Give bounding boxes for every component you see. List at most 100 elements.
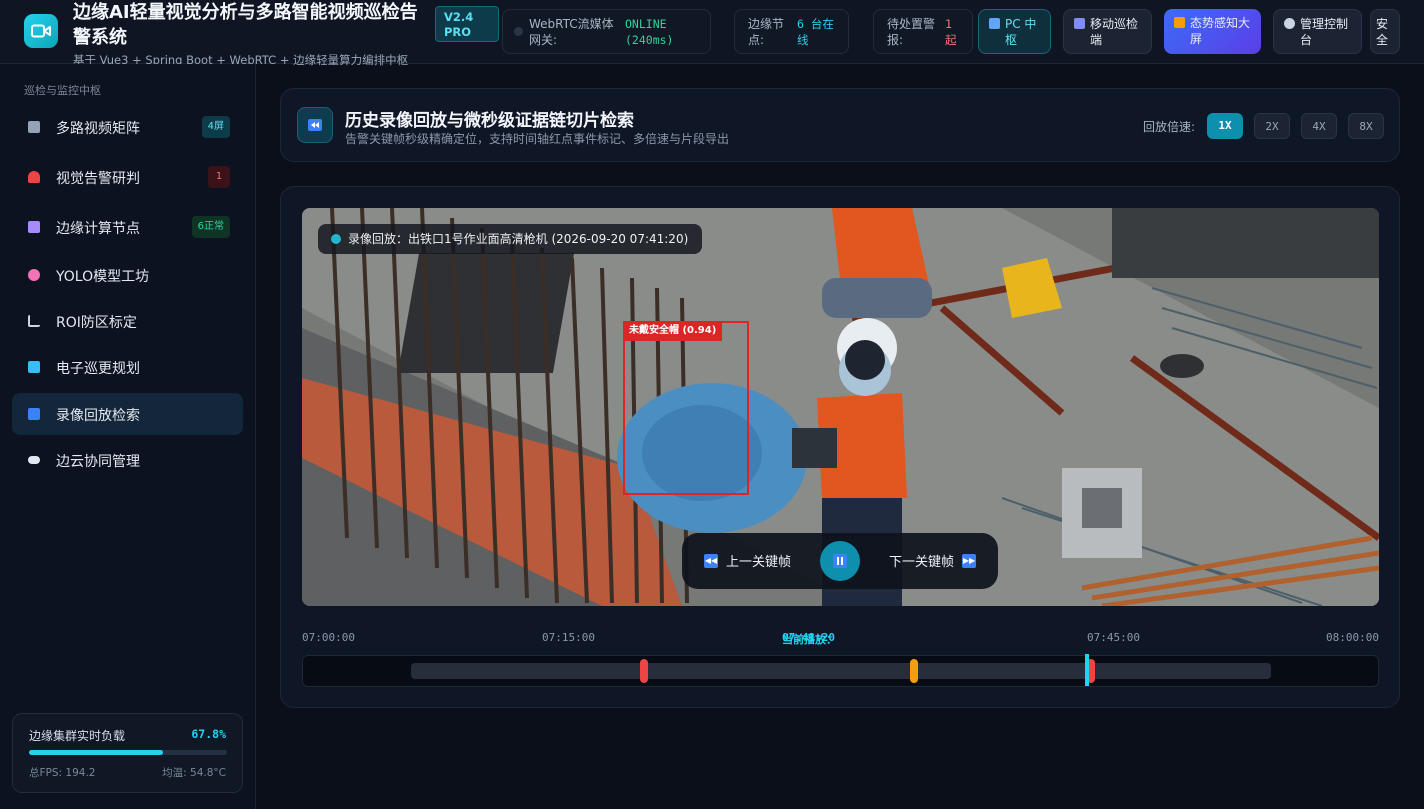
pc-hub-button[interactable]: PC 中枢	[978, 9, 1051, 54]
sidebar-item-label: 电子巡更规划	[56, 361, 140, 377]
next-keyframe-button[interactable]: 下一关键帧 ▶▶	[889, 551, 976, 570]
video-camera-icon	[28, 121, 40, 133]
sidebar-item-label: ROI防区标定	[56, 315, 137, 331]
ruler-triangle-icon	[28, 315, 40, 327]
cluster-load-value: 67.8%	[191, 727, 226, 741]
security-button[interactable]: 安全	[1370, 9, 1400, 54]
sidebar-item-label: 多路视频矩阵	[56, 121, 140, 137]
sidebar-item-label: 录像回放检索	[56, 408, 140, 424]
recording-caption-text: 录像回放：出铁口1号作业面高清枪机 (2026-09-20 07:41:20)	[348, 232, 689, 246]
nodes-label: 边缘节点:	[748, 17, 785, 47]
timeline-track[interactable]	[411, 663, 1271, 679]
situation-screen-button[interactable]: 态势感知大屏	[1164, 9, 1261, 54]
playback-controls: ◀◀ 上一关键帧 下一关键帧 ▶▶	[682, 533, 998, 589]
sidebar-item-playback[interactable]: 录像回放检索	[12, 393, 243, 435]
pending-alarms-status: 待处置警报: 1 起	[873, 9, 973, 54]
mobile-inspection-label: 移动巡检端	[1090, 17, 1139, 47]
node-status-badge: 6正常	[191, 216, 230, 238]
detection-box[interactable]: 未戴安全帽 (0.94)	[623, 321, 749, 495]
timeline-labels: 07:00:00 07:15:00 当前播放： 07:41:20 07:45:00…	[302, 631, 1379, 647]
total-fps: 总FPS: 194.2	[29, 767, 96, 779]
sidebar: 巡检与监控中枢 多路视频矩阵 4屏 视觉告警研判 1 边缘计算节点 6正常 YO…	[0, 64, 256, 809]
device-icon	[28, 221, 40, 233]
sidebar-section-title: 巡检与监控中枢	[24, 84, 101, 97]
page-subtitle: 告警关键帧秒级精确定位，支持时间轴红点事件标记、多倍速与片段导出	[345, 132, 730, 146]
skip-forward-icon: ▶▶	[962, 553, 976, 568]
chart-icon	[1174, 17, 1185, 28]
current-playback-label: 当前播放：	[782, 633, 837, 646]
avg-temperature: 均温: 54.8°C	[162, 767, 226, 779]
rewind-icon	[297, 107, 333, 143]
rewind-icon	[28, 408, 40, 420]
siren-icon	[28, 171, 40, 183]
alarm-count-badge: 1	[208, 166, 230, 188]
cluster-load-bar	[29, 750, 227, 755]
pause-icon	[833, 554, 847, 568]
nodes-value: 6 台在线	[797, 17, 834, 47]
player-panel: 录像回放：出铁口1号作业面高清枪机 (2026-09-20 07:41:20) …	[280, 186, 1400, 708]
security-label: 安全	[1376, 17, 1389, 47]
prev-keyframe-button[interactable]: ◀◀ 上一关键帧	[704, 551, 791, 570]
camera-logo-icon	[24, 14, 58, 48]
skip-back-icon: ◀◀	[704, 553, 718, 568]
app-title: 边缘AI轻量视觉分析与多路智能视频巡检告警系统	[73, 2, 418, 48]
video-player[interactable]: 录像回放：出铁口1号作业面高清枪机 (2026-09-20 07:41:20) …	[302, 208, 1379, 606]
page-title: 历史录像回放与微秒级证据链切片检索	[345, 111, 634, 131]
timeline-tick: 07:45:00	[1087, 631, 1140, 644]
next-keyframe-label: 下一关键帧	[888, 555, 954, 570]
sidebar-item-label: 边缘计算节点	[56, 221, 140, 237]
cloud-icon	[28, 456, 40, 464]
gateway-value: ONLINE (240ms)	[625, 17, 674, 47]
situation-screen-label: 态势感知大屏	[1190, 16, 1251, 46]
sidebar-item-label: YOLO模型工坊	[56, 269, 150, 285]
playback-title-panel: 历史录像回放与微秒级证据链切片检索 告警关键帧秒级精确定位，支持时间轴红点事件标…	[280, 88, 1400, 162]
alarms-label: 待处置警报:	[887, 17, 936, 47]
gear-icon	[1284, 18, 1295, 29]
timeline-tick: 07:15:00	[542, 631, 595, 644]
gateway-label: WebRTC流媒体网关:	[529, 17, 614, 47]
sidebar-item-edge-cloud[interactable]: 边云协同管理	[12, 439, 243, 481]
top-header: 边缘AI轻量视觉分析与多路智能视频巡检告警系统 基于 Vue3 + Spring…	[0, 0, 1424, 67]
pause-button[interactable]	[820, 541, 860, 581]
mobile-icon	[1074, 18, 1085, 29]
sidebar-item-yolo-workshop[interactable]: YOLO模型工坊	[12, 254, 243, 296]
monitor-icon	[989, 18, 1000, 29]
speed-8x-button[interactable]: 8X	[1348, 113, 1384, 139]
sidebar-item-video-matrix[interactable]: 多路视频矩阵 4屏	[12, 106, 243, 148]
gateway-status: WebRTC流媒体网关: ONLINE (240ms)	[502, 9, 711, 54]
status-dot-icon	[514, 27, 523, 36]
map-icon	[28, 361, 40, 373]
speed-4x-button[interactable]: 4X	[1301, 113, 1337, 139]
cluster-load-card: 边缘集群实时负载 67.8% 总FPS: 194.2 均温: 54.8°C	[12, 713, 243, 793]
current-playback-time: 当前播放： 07:41:20	[782, 631, 837, 646]
recording-caption: 录像回放：出铁口1号作业面高清枪机 (2026-09-20 07:41:20)	[318, 224, 703, 254]
cluster-load-fill	[29, 750, 164, 755]
prev-keyframe-label: 上一关键帧	[726, 555, 792, 570]
speed-label: 回放倍速:	[1143, 120, 1196, 134]
sidebar-item-patrol-plan[interactable]: 电子巡更规划	[12, 346, 243, 388]
admin-console-label: 管理控制台	[1300, 17, 1349, 47]
brain-icon	[28, 269, 40, 281]
event-marker[interactable]	[640, 659, 649, 683]
detection-label: 未戴安全帽 (0.94)	[623, 321, 723, 341]
timeline-tick: 08:00:00	[1326, 631, 1379, 644]
sidebar-item-alarm-review[interactable]: 视觉告警研判 1	[12, 156, 243, 198]
recording-dot-icon	[331, 234, 341, 244]
sidebar-item-edge-nodes[interactable]: 边缘计算节点 6正常	[12, 206, 243, 248]
version-badge: V2.4 PRO	[435, 6, 499, 42]
speed-1x-button[interactable]: 1X	[1207, 113, 1243, 139]
timeline-tick: 07:00:00	[302, 631, 355, 644]
speed-2x-button[interactable]: 2X	[1254, 113, 1290, 139]
playhead[interactable]	[1085, 654, 1090, 686]
cluster-load-label: 边缘集群实时负载	[29, 729, 126, 743]
mobile-inspection-button[interactable]: 移动巡检端	[1063, 9, 1152, 54]
alarms-value: 1 起	[945, 17, 957, 47]
sidebar-item-label: 边云协同管理	[56, 454, 140, 470]
admin-console-button[interactable]: 管理控制台	[1273, 9, 1362, 54]
pc-hub-label: PC 中枢	[1005, 17, 1037, 47]
sidebar-item-roi-zone[interactable]: ROI防区标定	[12, 300, 243, 342]
screen-count-badge: 4屏	[201, 116, 230, 138]
edge-nodes-status: 边缘节点: 6 台在线	[734, 9, 849, 54]
event-marker[interactable]	[909, 659, 918, 683]
playback-timeline[interactable]	[302, 654, 1379, 687]
